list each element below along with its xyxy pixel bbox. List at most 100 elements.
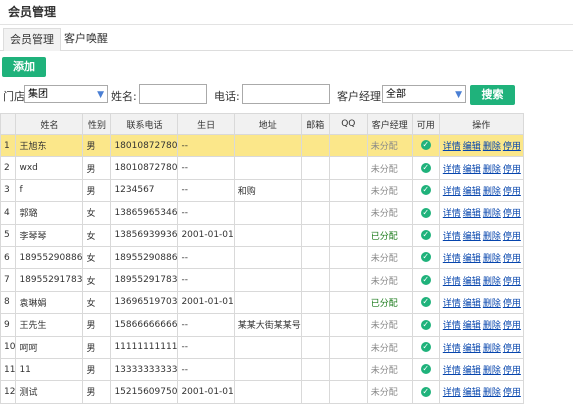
- delete-link[interactable]: 删除: [483, 277, 501, 287]
- delete-link[interactable]: 删除: [483, 142, 501, 152]
- edit-link[interactable]: 编辑: [463, 321, 481, 331]
- edit-link[interactable]: 编辑: [463, 232, 481, 242]
- birthday-cell: --: [177, 156, 235, 180]
- table-row[interactable]: 10 呵呵男 11111111111 -- 未分配 ✓ 详情 编辑 删除 停用: [0, 335, 524, 359]
- address-cell: 某某大街某某号: [233, 313, 302, 337]
- disable-link[interactable]: 停用: [503, 232, 521, 242]
- qq-cell: [328, 380, 368, 404]
- details-link[interactable]: 详情: [443, 299, 461, 309]
- disable-link[interactable]: 停用: [503, 299, 521, 309]
- row-index: 5: [0, 223, 17, 247]
- add-button[interactable]: 添加: [2, 57, 46, 77]
- disable-link[interactable]: 停用: [503, 187, 521, 197]
- disable-link[interactable]: 停用: [503, 254, 521, 264]
- delete-link[interactable]: 删除: [483, 165, 501, 175]
- table-row[interactable]: 9 王先生男 15866666666 -- 某某大街某某号 未分配 ✓ 详情 编辑 删除 停用: [0, 313, 524, 337]
- email-cell: [300, 156, 330, 180]
- table-row[interactable]: 8 袁琳娟女 13696519703 2001-01-01 已分配 ✓ 详情 编辑 删除 停用: [0, 290, 524, 315]
- available-cell: ✓: [411, 268, 440, 292]
- actions-cell: 详情 编辑 删除 停用: [438, 313, 524, 337]
- details-link[interactable]: 详情: [443, 321, 461, 331]
- gender-cell: 女: [82, 201, 112, 225]
- search-button[interactable]: 搜索: [470, 85, 515, 105]
- delete-link[interactable]: 删除: [483, 232, 501, 242]
- table-row[interactable]: 6 18955290886 女 18955290886 -- 未分配 ✓ 详情 编辑 删除 停用: [0, 245, 524, 270]
- delete-link[interactable]: 删除: [483, 209, 501, 219]
- qq-cell: [328, 178, 368, 203]
- row-index: 12: [0, 380, 17, 404]
- email-cell: [300, 357, 330, 382]
- details-link[interactable]: 详情: [443, 344, 461, 354]
- edit-link[interactable]: 编辑: [463, 366, 481, 376]
- name-input[interactable]: [139, 84, 207, 104]
- birthday-cell: 2001-01-01: [177, 380, 235, 404]
- store-select[interactable]: 集团 ▼: [24, 85, 108, 103]
- edit-link[interactable]: 编辑: [463, 165, 481, 175]
- gender-cell: 男: [82, 380, 112, 404]
- table-row[interactable]: 11 11 男 13333333333 -- 未分配 ✓ 详情 编辑 删除 停用: [0, 357, 524, 382]
- available-cell: ✓: [411, 133, 440, 158]
- delete-link[interactable]: 删除: [483, 187, 501, 197]
- delete-link[interactable]: 删除: [483, 388, 501, 398]
- delete-link[interactable]: 删除: [483, 321, 501, 331]
- tab-member-management[interactable]: 会员管理: [3, 28, 61, 51]
- name-cell: f: [15, 178, 84, 203]
- available-cell: ✓: [411, 156, 440, 180]
- details-link[interactable]: 详情: [443, 142, 461, 152]
- details-link[interactable]: 详情: [443, 366, 461, 376]
- details-link[interactable]: 详情: [443, 232, 461, 242]
- disable-link[interactable]: 停用: [503, 165, 521, 175]
- disable-link[interactable]: 停用: [503, 388, 521, 398]
- birthday-cell: 2001-01-01: [177, 290, 235, 315]
- address-cell: [233, 335, 302, 359]
- table-row[interactable]: 4 郭璐女 13865965346 -- 未分配 ✓ 详情 编辑 删除 停用: [0, 201, 524, 225]
- edit-link[interactable]: 编辑: [463, 209, 481, 219]
- address-cell: 和购: [233, 178, 302, 203]
- table-row[interactable]: 7 18955291783 女 18955291783 -- 未分配 ✓ 详情 编辑 删除 停用: [0, 268, 524, 292]
- table-row[interactable]: 12 测试男 15215609750 2001-01-01 未分配 ✓ 详情 编辑 删除 停用: [0, 380, 524, 404]
- birthday-cell: --: [177, 357, 235, 382]
- birthday-cell: --: [177, 313, 235, 337]
- table-row[interactable]: 2 wxd 男 18010872780 -- 未分配 ✓ 详情 编辑 删除 停用: [0, 156, 524, 180]
- details-link[interactable]: 详情: [443, 165, 461, 175]
- disable-link[interactable]: 停用: [503, 209, 521, 219]
- details-link[interactable]: 详情: [443, 209, 461, 219]
- delete-link[interactable]: 删除: [483, 299, 501, 309]
- disable-link[interactable]: 停用: [503, 277, 521, 287]
- manager-cell: 未分配: [366, 156, 413, 180]
- edit-link[interactable]: 编辑: [463, 254, 481, 264]
- disable-link[interactable]: 停用: [503, 321, 521, 331]
- details-link[interactable]: 详情: [443, 254, 461, 264]
- disable-link[interactable]: 停用: [503, 142, 521, 152]
- table-row[interactable]: 5 李琴琴女 13856939936 2001-01-01 已分配 ✓ 详情 编辑 删除 停用: [0, 223, 524, 247]
- manager-cell: 未分配: [366, 201, 413, 225]
- edit-link[interactable]: 编辑: [463, 388, 481, 398]
- tab-customer-wakeup[interactable]: 客户唤醒: [58, 28, 114, 50]
- actions-cell: 详情 编辑 删除 停用: [438, 178, 524, 203]
- edit-link[interactable]: 编辑: [463, 142, 481, 152]
- delete-link[interactable]: 删除: [483, 344, 501, 354]
- gender-cell: 男: [82, 313, 112, 337]
- details-link[interactable]: 详情: [443, 277, 461, 287]
- table-row[interactable]: 1 王旭东男 18010872780 -- 未分配 ✓ 详情 编辑 删除 停用: [0, 133, 524, 158]
- table-row[interactable]: 3 f 男 1234567 -- 和购 未分配 ✓ 详情 编辑 删除 停用: [0, 178, 524, 203]
- edit-link[interactable]: 编辑: [463, 277, 481, 287]
- delete-link[interactable]: 删除: [483, 366, 501, 376]
- delete-link[interactable]: 删除: [483, 254, 501, 264]
- edit-link[interactable]: 编辑: [463, 187, 481, 197]
- email-cell: [300, 201, 330, 225]
- row-index: 8: [0, 290, 17, 315]
- birthday-cell: --: [177, 133, 235, 158]
- manager-select[interactable]: 全部 ▼: [382, 85, 466, 103]
- details-link[interactable]: 详情: [443, 187, 461, 197]
- check-circle-icon: ✓: [420, 274, 431, 285]
- address-cell: [233, 268, 302, 292]
- check-circle-icon: ✓: [420, 319, 431, 330]
- disable-link[interactable]: 停用: [503, 366, 521, 376]
- edit-link[interactable]: 编辑: [463, 344, 481, 354]
- details-link[interactable]: 详情: [443, 388, 461, 398]
- phone-input[interactable]: [242, 84, 330, 104]
- edit-link[interactable]: 编辑: [463, 299, 481, 309]
- disable-link[interactable]: 停用: [503, 344, 521, 354]
- row-index: 10: [0, 335, 17, 359]
